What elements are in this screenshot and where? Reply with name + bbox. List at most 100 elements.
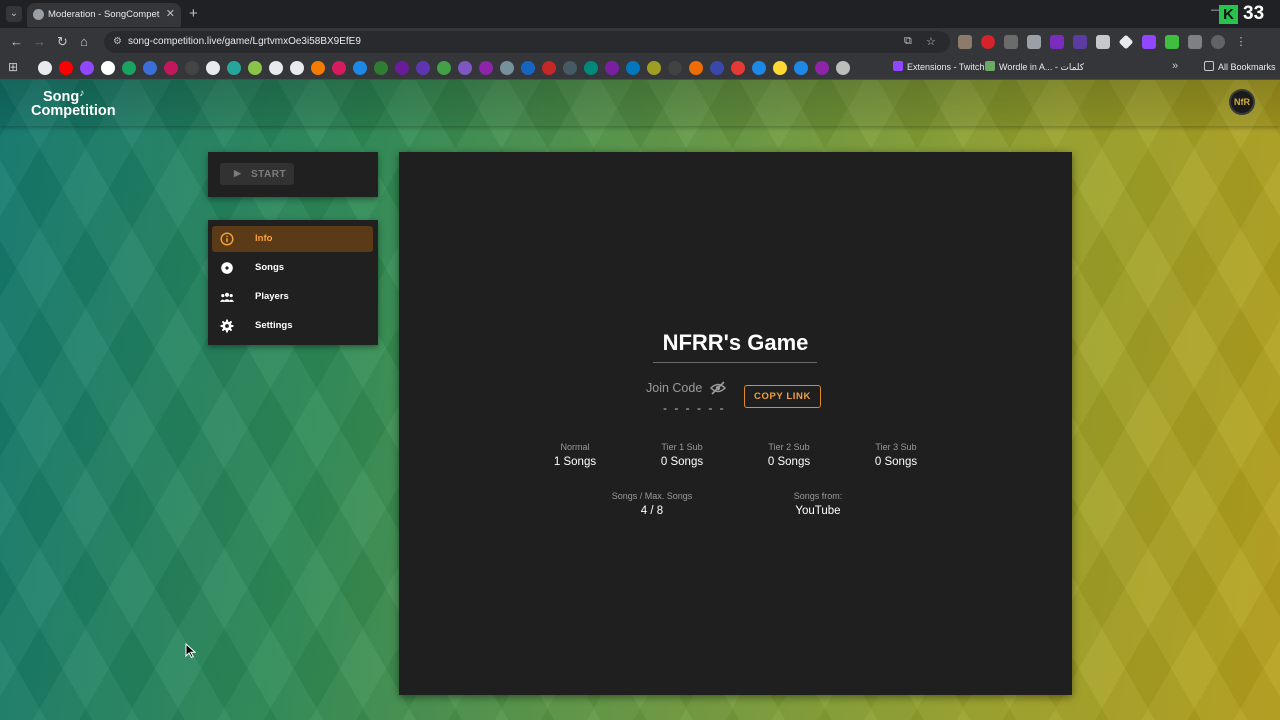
bookmark-icon[interactable] bbox=[752, 61, 766, 75]
bookmark-icon[interactable] bbox=[710, 61, 724, 75]
bookmark-icon[interactable] bbox=[227, 61, 241, 75]
mute-icon[interactable] bbox=[1096, 35, 1110, 49]
browser-toolbar: ← → ↻ ⌂ ⚙ song-competition.live/game/Lgr… bbox=[0, 28, 1280, 56]
bookmark-icon[interactable] bbox=[416, 61, 430, 75]
extension-icon[interactable] bbox=[1004, 35, 1018, 49]
bookmark-icon[interactable] bbox=[815, 61, 829, 75]
bookmark-icon[interactable] bbox=[584, 61, 598, 75]
bookmark-extensions-twitch[interactable]: Extensions - Twitch bbox=[893, 61, 984, 72]
bookmark-icon[interactable] bbox=[521, 61, 535, 75]
bookmark-icon[interactable] bbox=[353, 61, 367, 75]
bookmark-icon[interactable] bbox=[794, 61, 808, 75]
bookmark-icon[interactable] bbox=[605, 61, 619, 75]
reload-icon[interactable]: ↻ bbox=[57, 34, 68, 50]
app-header: Song♪ Competition NfR bbox=[0, 80, 1280, 126]
stat-label: Tier 1 Sub bbox=[661, 442, 703, 452]
bookmark-icon[interactable] bbox=[185, 61, 199, 75]
twitch-bookmark-icon[interactable] bbox=[80, 61, 94, 75]
menu-item-info[interactable]: Info bbox=[212, 226, 373, 252]
eye-off-icon[interactable] bbox=[709, 381, 727, 400]
bookmark-icon[interactable] bbox=[332, 61, 346, 75]
bookmark-icon[interactable] bbox=[101, 61, 115, 75]
user-avatar[interactable]: NfR bbox=[1229, 89, 1255, 115]
bookmark-icon[interactable] bbox=[374, 61, 388, 75]
tier-stat-tier2: Tier 2 Sub 0 Songs bbox=[739, 442, 839, 468]
apps-grid-icon[interactable]: ⊞ bbox=[8, 60, 18, 74]
extension-icon[interactable] bbox=[958, 35, 972, 49]
profile-avatar-icon[interactable] bbox=[1211, 35, 1225, 49]
bookmark-icon[interactable] bbox=[143, 61, 157, 75]
shield-extension-icon[interactable] bbox=[1027, 35, 1041, 49]
tier-stat-tier1: Tier 1 Sub 0 Songs bbox=[632, 442, 732, 468]
youtube-bookmark-icon[interactable] bbox=[59, 61, 73, 75]
bookmark-icon[interactable] bbox=[248, 61, 262, 75]
tier-stat-tier3: Tier 3 Sub 0 Songs bbox=[846, 442, 946, 468]
bookmark-icon[interactable] bbox=[668, 61, 682, 75]
url-text: song-competition.live/game/LgrtvmxOe3i58… bbox=[128, 36, 361, 47]
extensions-row: ⋮ bbox=[958, 34, 1248, 50]
bookmark-icon[interactable] bbox=[563, 61, 577, 75]
extension-icon[interactable] bbox=[1073, 35, 1087, 49]
start-label: START bbox=[251, 168, 287, 180]
bookmark-icon[interactable] bbox=[479, 61, 493, 75]
k-logo-icon: K bbox=[1219, 5, 1238, 24]
stat-value: 0 Songs bbox=[874, 456, 918, 468]
address-bar[interactable]: ⚙ song-competition.live/game/LgrtvmxOe3i… bbox=[104, 31, 950, 53]
bookmark-wordle[interactable]: Wordle in A... - كلمات bbox=[985, 61, 1084, 73]
bookmark-icon[interactable] bbox=[836, 61, 850, 75]
bookmark-icon[interactable] bbox=[122, 61, 136, 75]
menu-label: Players bbox=[255, 291, 289, 302]
bookmarks-overflow-icon[interactable]: » bbox=[1172, 60, 1178, 72]
all-bookmarks-folder[interactable]: All Bookmarks bbox=[1204, 61, 1276, 72]
google-bookmark-icon[interactable] bbox=[38, 61, 52, 75]
menu-item-players[interactable]: Players bbox=[212, 284, 373, 310]
copy-link-button[interactable]: COPY LINK bbox=[744, 385, 821, 408]
home-icon[interactable]: ⌂ bbox=[80, 34, 88, 49]
tab-close-icon[interactable]: ✕ bbox=[166, 7, 175, 20]
start-card: ▶ START bbox=[208, 152, 378, 197]
bookmark-icon[interactable] bbox=[500, 61, 514, 75]
wikipedia-bookmark-icon[interactable] bbox=[290, 61, 304, 75]
bookmark-icon[interactable] bbox=[395, 61, 409, 75]
start-button[interactable]: ▶ START bbox=[220, 163, 294, 185]
tab-search-icon[interactable]: ⌄ bbox=[6, 6, 22, 22]
install-app-icon[interactable]: ⧉ bbox=[904, 35, 912, 48]
bookmark-icon[interactable] bbox=[689, 61, 703, 75]
bookmark-icon[interactable] bbox=[773, 61, 787, 75]
side-menu: Info Songs Players Settings bbox=[208, 220, 378, 345]
extension-icon[interactable] bbox=[981, 35, 995, 49]
site-info-icon[interactable]: ⚙ bbox=[113, 36, 122, 47]
kebab-menu-icon[interactable]: ⋮ bbox=[1234, 35, 1248, 49]
songs-max-stat: Songs / Max. Songs 4 / 8 bbox=[592, 491, 712, 517]
twitch-extension-icon[interactable] bbox=[1142, 35, 1156, 49]
menu-item-settings[interactable]: Settings bbox=[212, 313, 373, 339]
players-icon bbox=[220, 290, 234, 304]
bookmark-star-icon[interactable]: ☆ bbox=[926, 35, 936, 48]
stat-value: YouTube bbox=[795, 505, 841, 517]
stat-value: 4 / 8 bbox=[640, 505, 664, 517]
bookmark-icon[interactable] bbox=[164, 61, 178, 75]
wikipedia-bookmark-icon[interactable] bbox=[269, 61, 283, 75]
bookmark-icon[interactable] bbox=[647, 61, 661, 75]
bookmark-icon[interactable] bbox=[437, 61, 451, 75]
stat-label: Songs from: bbox=[793, 491, 843, 501]
back-icon[interactable]: ← bbox=[10, 34, 23, 49]
puzzle-icon[interactable] bbox=[1188, 35, 1202, 49]
bookmark-icon[interactable] bbox=[311, 61, 325, 75]
bookmark-icon[interactable] bbox=[206, 61, 220, 75]
info-icon bbox=[220, 232, 234, 246]
menu-label: Songs bbox=[255, 262, 285, 273]
menu-item-songs[interactable]: Songs bbox=[212, 255, 373, 281]
bookmark-icon[interactable] bbox=[458, 61, 472, 75]
new-tab-icon[interactable]: + bbox=[189, 5, 198, 22]
forward-icon[interactable]: → bbox=[33, 34, 46, 49]
bookmark-icon[interactable] bbox=[626, 61, 640, 75]
bookmark-icon[interactable] bbox=[731, 61, 745, 75]
bookmark-icon[interactable] bbox=[542, 61, 556, 75]
extension-icon[interactable] bbox=[1165, 35, 1179, 49]
extension-icon[interactable] bbox=[1050, 35, 1064, 49]
app-logo[interactable]: Song♪ Competition bbox=[31, 87, 116, 118]
browser-tab[interactable]: Moderation - SongCompetition ✕ bbox=[27, 3, 181, 27]
extension-icon[interactable] bbox=[1118, 34, 1134, 50]
disc-icon bbox=[220, 261, 234, 275]
